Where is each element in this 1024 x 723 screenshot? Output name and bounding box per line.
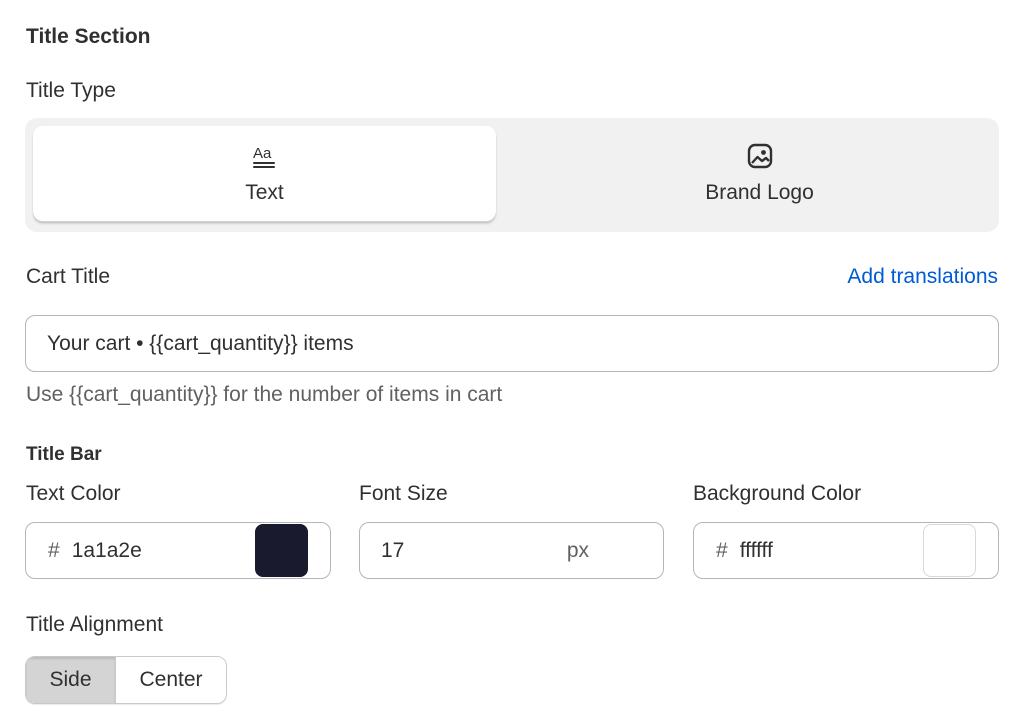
title-type-label: Title Type xyxy=(26,79,116,102)
text-color-swatch[interactable] xyxy=(255,524,308,577)
font-size-label: Font Size xyxy=(359,482,448,505)
title-type-text-option[interactable]: Aa Text xyxy=(33,126,496,222)
background-color-swatch[interactable] xyxy=(923,524,976,577)
title-section-panel: Title Section Title Type Aa Text Brand L… xyxy=(0,0,1024,723)
cart-title-help-text: Use {{cart_quantity}} for the number of … xyxy=(26,383,503,406)
title-type-brand-logo-option[interactable]: Brand Logo xyxy=(528,126,991,222)
svg-text:Aa: Aa xyxy=(253,145,272,162)
text-format-icon: Aa xyxy=(252,145,275,168)
title-bar-heading: Title Bar xyxy=(26,444,102,465)
title-type-brand-logo-label: Brand Logo xyxy=(705,181,814,204)
font-size-value: 17 xyxy=(381,538,405,562)
text-color-value: 1a1a2e xyxy=(71,538,142,562)
text-color-input[interactable]: # 1a1a2e xyxy=(25,522,331,579)
cart-title-input[interactable]: Your cart • {{cart_quantity}} items xyxy=(25,315,999,372)
background-color-value: ffffff xyxy=(739,538,773,562)
alignment-center-button[interactable]: Center xyxy=(115,657,226,703)
section-title: Title Section xyxy=(26,25,151,48)
font-size-unit: px xyxy=(566,538,589,562)
hash-prefix: # xyxy=(716,538,728,562)
background-color-label: Background Color xyxy=(693,482,862,505)
background-color-input[interactable]: # ffffff xyxy=(693,522,999,579)
hash-prefix: # xyxy=(48,538,60,562)
cart-title-label: Cart Title xyxy=(26,265,111,288)
title-alignment-toggle: Side Center xyxy=(25,656,227,704)
alignment-side-button[interactable]: Side xyxy=(26,657,115,703)
add-translations-link[interactable]: Add translations xyxy=(847,265,998,289)
cart-title-value: Your cart • {{cart_quantity}} items xyxy=(47,331,354,355)
text-color-label: Text Color xyxy=(26,482,121,505)
title-type-text-label: Text xyxy=(245,181,284,204)
image-icon xyxy=(747,143,772,169)
title-alignment-label: Title Alignment xyxy=(26,613,163,636)
font-size-input[interactable]: 17 px xyxy=(359,522,664,579)
title-type-toggle: Aa Text Brand Logo xyxy=(25,118,999,232)
